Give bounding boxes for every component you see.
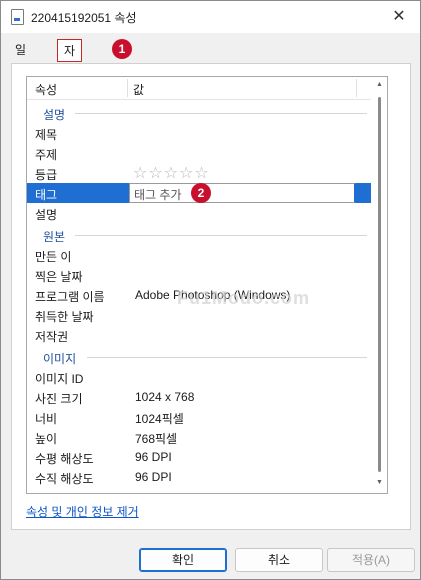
row-horizontal-resolution[interactable]: 수평 해상도 96 DPI — [27, 447, 371, 467]
group-description: 설명 — [27, 103, 371, 123]
tab-details[interactable]: 자세히 — [57, 39, 83, 102]
property-key: 높이 — [35, 432, 58, 446]
tags-placeholder: 태그 추가 — [134, 188, 182, 202]
row-date-taken[interactable]: 찍은 날짜 — [27, 265, 371, 285]
group-label: 설명 — [43, 108, 66, 122]
group-divider — [87, 357, 367, 358]
property-key: 수평 해상도 — [35, 452, 94, 466]
property-key: 등급 — [35, 168, 58, 182]
property-key: 수직 해상도 — [35, 472, 94, 486]
row-height[interactable]: 높이 768픽셀 — [27, 427, 371, 447]
property-key: 저작권 — [35, 330, 69, 344]
row-subject[interactable]: 주제 — [27, 143, 371, 163]
property-key: 사진 크기 — [35, 392, 83, 406]
property-key: 취득한 날짜 — [35, 310, 94, 324]
property-value: 1024픽셀 — [135, 412, 184, 426]
column-divider[interactable] — [127, 79, 128, 97]
step-marker-2: 2 — [191, 183, 211, 203]
row-title[interactable]: 제목 — [27, 123, 371, 143]
scroll-up-arrow-icon[interactable]: ▲ — [376, 81, 383, 88]
property-key: 설명 — [35, 208, 58, 222]
row-copyright[interactable]: 저작권 — [27, 325, 371, 345]
property-key: 프로그램 이름 — [35, 290, 105, 304]
ok-button[interactable]: 확인 — [139, 548, 227, 572]
remove-properties-link[interactable]: 속성 및 개인 정보 제거 — [26, 503, 139, 520]
row-rating[interactable]: 등급 ☆☆☆☆☆ — [27, 163, 371, 183]
property-key: 이미지 ID — [35, 372, 84, 386]
property-value: 96 DPI — [135, 450, 172, 464]
property-key: 너비 — [35, 412, 58, 426]
group-label: 원본 — [43, 230, 66, 244]
group-divider — [75, 113, 367, 114]
cancel-button[interactable]: 취소 — [235, 548, 323, 572]
close-icon[interactable]: ✕ — [386, 5, 412, 29]
group-label: 이미지 — [43, 352, 77, 366]
window-title: 220415192051 속성 — [31, 11, 137, 25]
group-origin: 원본 — [27, 225, 371, 245]
file-icon — [11, 9, 24, 25]
title-bar: 220415192051 속성 ✕ — [1, 1, 420, 33]
column-value[interactable]: 값 — [133, 81, 144, 98]
vertical-scrollbar[interactable]: ▲ ▼ — [373, 77, 387, 493]
row-width[interactable]: 너비 1024픽셀 — [27, 407, 371, 427]
property-key: 주제 — [35, 148, 58, 162]
row-dimensions[interactable]: 사진 크기 1024 x 768 — [27, 387, 371, 407]
group-image: 이미지 — [27, 347, 371, 367]
step-marker-1: 1 — [112, 39, 132, 59]
property-key: 찍은 날짜 — [35, 270, 83, 284]
scroll-thumb[interactable] — [378, 97, 381, 472]
properties-dialog: 220415192051 속성 ✕ 일반 자세히 1 속성 값 설명 제목 주제 — [0, 0, 421, 580]
row-vertical-resolution[interactable]: 수직 해상도 96 DPI — [27, 467, 371, 487]
column-header: 속성 값 — [27, 77, 371, 100]
property-value: 768픽셀 — [135, 432, 178, 446]
row-comments[interactable]: 설명 — [27, 203, 371, 223]
watermark: Fu1Modo.com — [177, 288, 310, 308]
property-value: 96 DPI — [135, 470, 172, 484]
property-list[interactable]: 속성 값 설명 제목 주제 등급 ☆☆☆☆☆ 태그 태그 추가 설명 원본 만든… — [26, 76, 388, 494]
property-key: 제목 — [35, 128, 58, 142]
property-value: 1024 x 768 — [135, 390, 195, 404]
details-panel: 속성 값 설명 제목 주제 등급 ☆☆☆☆☆ 태그 태그 추가 설명 원본 만든… — [11, 63, 411, 530]
column-property[interactable]: 속성 — [35, 81, 57, 98]
tab-general[interactable]: 일반 — [9, 39, 32, 79]
property-key: 태그 — [35, 188, 58, 202]
group-divider — [75, 235, 367, 236]
rating-stars[interactable]: ☆☆☆☆☆ — [133, 163, 210, 183]
tags-input[interactable]: 태그 추가 — [129, 183, 356, 203]
row-author[interactable]: 만든 이 — [27, 245, 371, 265]
property-key: 만든 이 — [35, 250, 72, 264]
column-divider[interactable] — [356, 79, 357, 97]
row-image-id[interactable]: 이미지 ID — [27, 367, 371, 387]
scroll-down-arrow-icon[interactable]: ▼ — [376, 479, 383, 486]
apply-button[interactable]: 적용(A) — [327, 548, 415, 572]
